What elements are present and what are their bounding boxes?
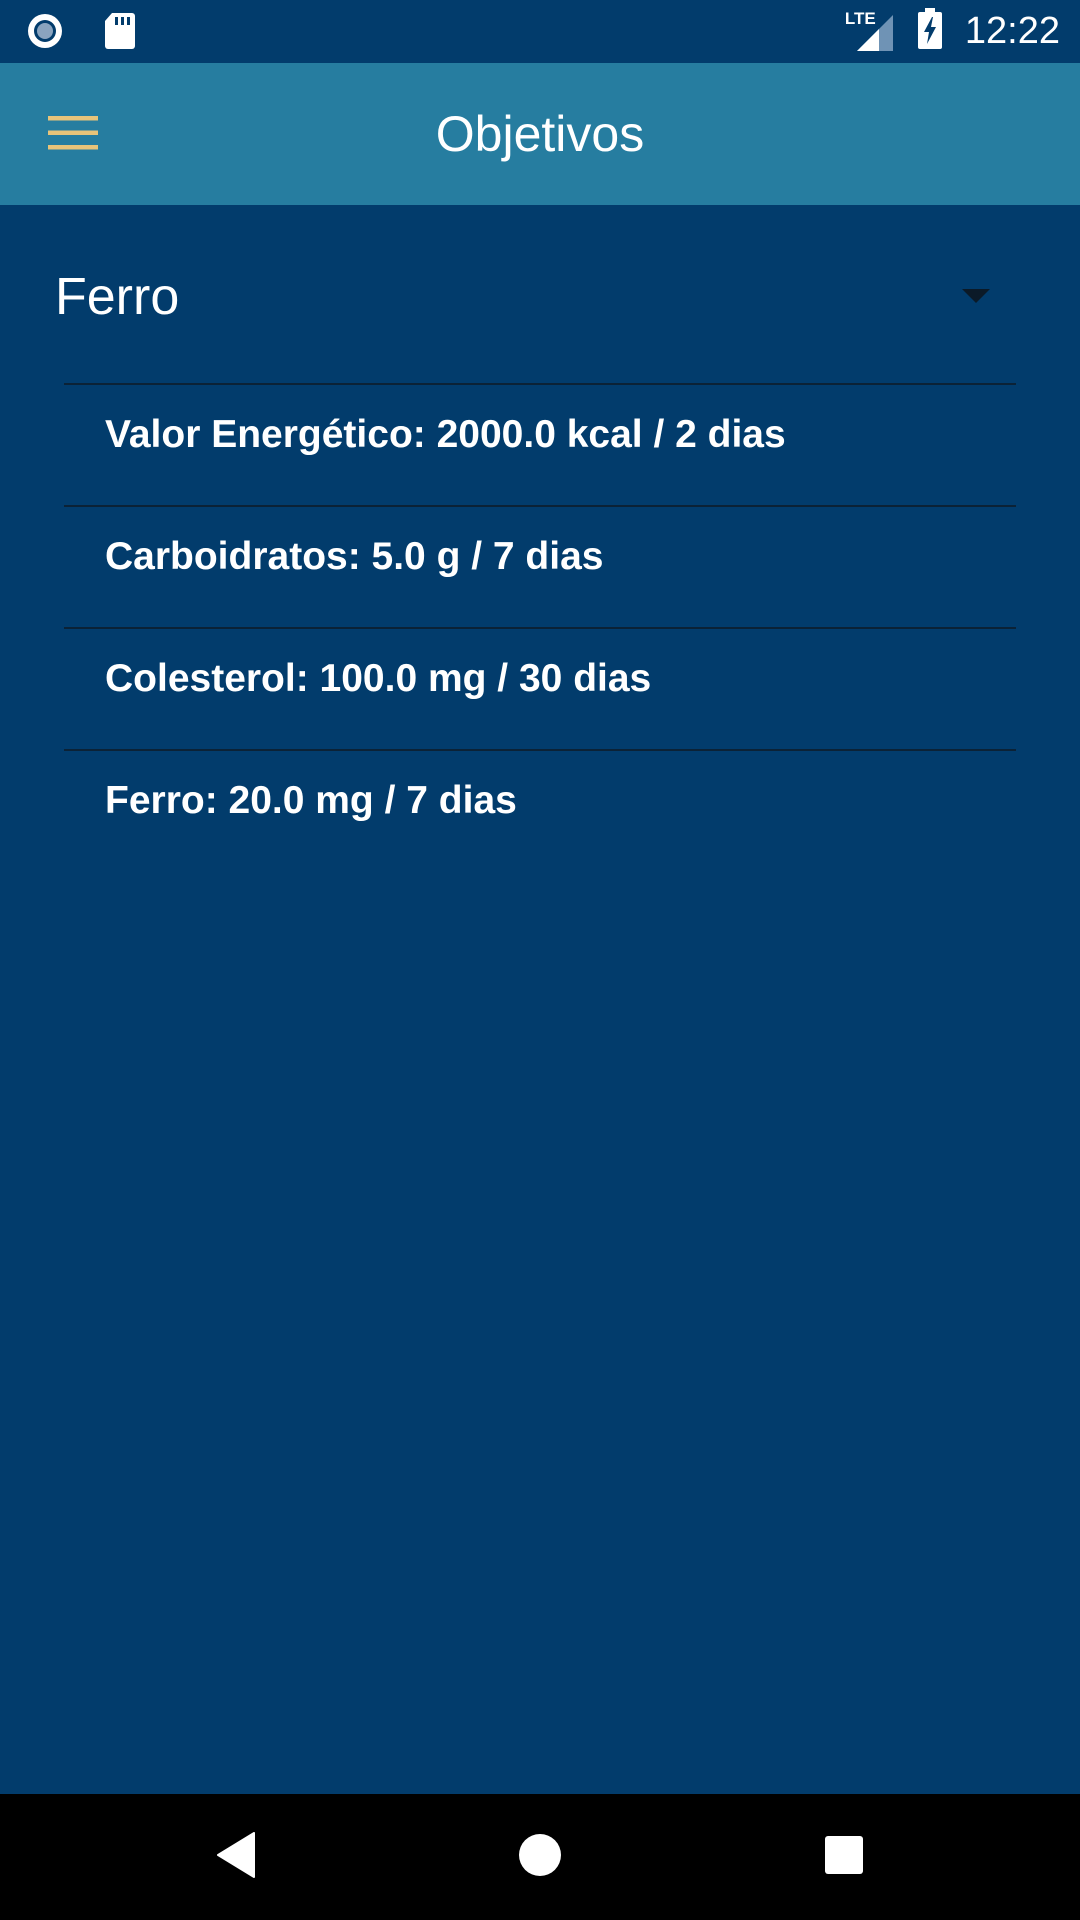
list-item[interactable]: Ferro: 20.0 mg / 7 dias: [64, 749, 1016, 871]
record-icon: [26, 12, 64, 55]
home-circle-icon: [518, 1833, 562, 1882]
lte-signal-icon: LTE: [844, 8, 895, 53]
sd-card-icon: [104, 12, 136, 55]
back-button[interactable]: [166, 1794, 306, 1920]
status-time: 12:22: [964, 10, 1060, 52]
recents-square-icon: [824, 1835, 864, 1880]
app-screen: LTE 12:22 Objetivos Ferro Valor Energéti…: [0, 0, 1080, 1920]
system-navigation-bar: [0, 1794, 1080, 1920]
home-button[interactable]: [470, 1794, 610, 1920]
app-bar: Objetivos: [0, 63, 1080, 205]
battery-charging-icon: [917, 8, 943, 55]
recents-button[interactable]: [774, 1794, 914, 1920]
page-title: Objetivos: [435, 106, 645, 162]
status-bar: LTE 12:22: [0, 0, 1080, 63]
nutrient-dropdown[interactable]: Ferro: [0, 205, 1080, 385]
network-type-label: LTE: [844, 8, 876, 28]
status-system-icons: LTE 12:22: [845, 0, 1060, 63]
goal-label: Carboidratos: 5.0 g / 7 dias: [105, 535, 604, 578]
hamburger-menu-icon: [48, 114, 98, 157]
dropdown-selected-value: Ferro: [55, 268, 180, 326]
list-item[interactable]: Colesterol: 100.0 mg / 30 dias: [64, 627, 1016, 749]
back-triangle-icon: [216, 1831, 256, 1883]
list-item[interactable]: Carboidratos: 5.0 g / 7 dias: [64, 505, 1016, 627]
goal-label: Colesterol: 100.0 mg / 30 dias: [105, 657, 652, 700]
menu-button[interactable]: [30, 99, 116, 171]
list-item[interactable]: Valor Energético: 2000.0 kcal / 2 dias: [64, 383, 1016, 505]
status-notifications: [26, 12, 136, 55]
goal-label: Ferro: 20.0 mg / 7 dias: [105, 779, 517, 822]
dropdown-arrow-icon: [962, 289, 990, 305]
goal-list: Valor Energético: 2000.0 kcal / 2 dias C…: [64, 383, 1016, 871]
goal-label: Valor Energético: 2000.0 kcal / 2 dias: [105, 413, 786, 456]
